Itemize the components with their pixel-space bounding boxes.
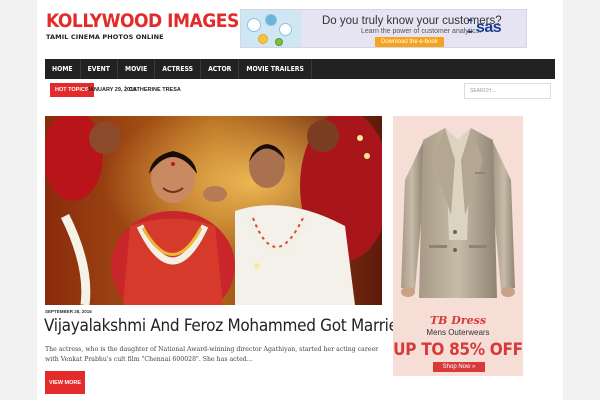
ad-download-button[interactable]: Download the e-book	[375, 37, 444, 47]
main-nav: HOME EVENT MOVIE ACTRESS ACTOR MOVIE TRA…	[45, 59, 555, 79]
nav-item-movie[interactable]: MOVIE	[118, 59, 156, 79]
featured-post-image[interactable]	[45, 116, 382, 305]
nav-item-event[interactable]: EVENT	[81, 59, 118, 79]
post-date: SEPTEMBER 28, 2015	[45, 309, 92, 314]
side-ad-subline: Mens Outerwears	[426, 328, 490, 337]
ticker-separator: |	[125, 86, 127, 92]
nav-item-actress[interactable]: ACTRESS	[155, 59, 202, 79]
view-more-button[interactable]: VIEW MORE	[45, 371, 85, 394]
shop-now-button[interactable]: Shop Now »	[433, 362, 485, 372]
post-excerpt: The actress, who is the daughter of Nati…	[45, 346, 379, 363]
site-tagline: TAMIL CINEMA PHOTOS ONLINE	[46, 33, 164, 41]
jacket-image	[401, 128, 515, 298]
nav-item-movie-trailers[interactable]: MOVIE TRAILERS	[239, 59, 312, 79]
side-ad-brand: TB Dress	[429, 314, 487, 327]
search-input[interactable]	[464, 83, 551, 99]
top-banner-ad[interactable]: Do you truly know your customers? Learn …	[240, 9, 527, 48]
ticker-headline-link[interactable]: CATHERINE TRESA	[129, 87, 181, 93]
page-container: KOLLYWOOD IMAGES TAMIL CINEMA PHOTOS ONL…	[37, 0, 563, 400]
nav-item-actor[interactable]: ACTOR	[201, 59, 240, 79]
sas-logo-icon	[466, 19, 474, 33]
hot-topics-bar: HOT TOPICS JANUARY 29, 2016 | CATHERINE …	[45, 80, 555, 103]
side-ad-offer: UP TO 85% OFF	[393, 340, 523, 360]
sidebar-jacket-ad[interactable]: TB Dress Mens Outerwears UP TO 85% OFF S…	[393, 116, 523, 376]
ad-brand-logo: sas	[466, 19, 502, 37]
site-title[interactable]: KOLLYWOOD IMAGES	[46, 10, 239, 32]
ad-brand-text: sas	[476, 19, 502, 36]
ad-illustration	[241, 10, 301, 47]
ad-subline: Learn the power of customer analytics.	[361, 28, 482, 35]
nav-item-home[interactable]: HOME	[45, 59, 81, 79]
post-title-link[interactable]: Vijayalakshmi And Feroz Mohammed Got Mar…	[44, 316, 407, 336]
